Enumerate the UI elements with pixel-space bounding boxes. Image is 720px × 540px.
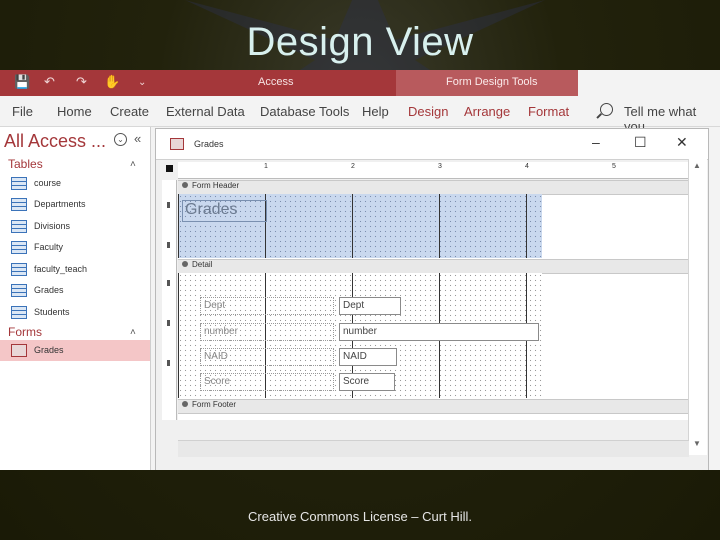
nav-item-label: course xyxy=(34,178,62,188)
nav-item-label: Grades xyxy=(34,285,64,295)
table-icon xyxy=(11,220,27,233)
section-bar-form-header[interactable]: Form Header xyxy=(178,180,689,195)
ruler-tick xyxy=(167,280,170,286)
scroll-down-icon[interactable]: ▼ xyxy=(693,439,701,448)
tab-file[interactable]: File xyxy=(12,104,33,119)
label-number[interactable]: number xyxy=(200,323,334,341)
ruler-tick xyxy=(167,320,170,326)
ruler-tick xyxy=(167,202,170,208)
textbox-naid[interactable]: NAID xyxy=(339,348,397,366)
app-title: Access xyxy=(258,76,294,88)
collapse-pane-icon[interactable]: « xyxy=(134,131,141,146)
nav-item-label: faculty_teach xyxy=(34,264,88,274)
slide-title: Design View xyxy=(246,20,474,64)
tab-create[interactable]: Create xyxy=(110,104,149,119)
nav-item-students[interactable]: Students xyxy=(0,302,150,323)
search-icon[interactable] xyxy=(600,103,613,116)
nav-item-divisions[interactable]: Divisions xyxy=(0,216,150,237)
close-icon[interactable]: ✕ xyxy=(676,134,688,151)
horizontal-ruler: 1 2 3 4 5 xyxy=(178,162,689,179)
tab-design[interactable]: Design xyxy=(408,104,448,119)
ruler-tick: 3 xyxy=(438,163,442,170)
ruler-tick: 4 xyxy=(525,163,529,170)
section-bar-detail[interactable]: Detail xyxy=(178,259,689,274)
table-icon xyxy=(11,263,27,276)
ribbon-tabs: File Home Create External Data Database … xyxy=(0,96,720,134)
form-design-window: Grades – ☐ ✕ 1 2 3 4 5 Form Header Grade… xyxy=(155,128,709,470)
scroll-up-icon[interactable]: ▲ xyxy=(693,161,701,170)
nav-item-label: Faculty xyxy=(34,242,64,252)
textbox-dept[interactable]: Dept xyxy=(339,297,401,315)
document-title: Grades xyxy=(194,139,224,149)
nav-group-forms[interactable]: Forms xyxy=(8,325,42,339)
section-label: Form Header xyxy=(192,181,240,190)
nav-item-faculty[interactable]: Faculty xyxy=(0,237,150,258)
detail-section[interactable]: Dept Dept number number NAID NAID Score … xyxy=(178,273,542,398)
textbox-number[interactable]: number xyxy=(339,323,539,341)
label-score[interactable]: Score xyxy=(200,373,334,391)
tab-format[interactable]: Format xyxy=(528,104,569,119)
collapse-group-icon[interactable]: ˄ xyxy=(130,159,136,170)
access-screenshot: 💾 ↶ ↷ ✋ ⌄ Access Form Design Tools File … xyxy=(0,70,720,470)
nav-item-label: Departments xyxy=(34,199,86,209)
nav-item-label: Students xyxy=(34,307,70,317)
nav-item-label: Grades xyxy=(34,345,64,355)
textbox-score[interactable]: Score xyxy=(339,373,395,391)
form-selector[interactable] xyxy=(166,165,173,172)
form-header-section[interactable]: Grades xyxy=(178,194,542,258)
customize-toolbar-icon[interactable]: ⌄ xyxy=(138,77,146,88)
undo-icon[interactable]: ↶ xyxy=(44,74,55,90)
ruler-tick: 2 xyxy=(351,163,355,170)
vertical-ruler xyxy=(162,180,177,420)
nav-pane-title[interactable]: All Access ... xyxy=(4,131,106,152)
context-tab-group: Form Design Tools xyxy=(396,70,578,96)
navigation-pane: All Access ... ⌄ « Tables ˄ course Depar… xyxy=(0,127,151,470)
label-naid[interactable]: NAID xyxy=(200,348,334,366)
redo-icon[interactable]: ↷ xyxy=(76,74,87,90)
ruler-tick xyxy=(167,242,170,248)
table-icon xyxy=(11,177,27,190)
tab-arrange[interactable]: Arrange xyxy=(464,104,510,119)
nav-group-tables[interactable]: Tables xyxy=(8,157,43,171)
label-dept[interactable]: Dept xyxy=(200,297,334,315)
nav-item-label: Divisions xyxy=(34,221,71,231)
collapse-group-icon[interactable]: ˄ xyxy=(130,327,136,338)
nav-item-grades-table[interactable]: Grades xyxy=(0,280,150,301)
minimize-icon[interactable]: – xyxy=(592,134,600,150)
table-icon xyxy=(11,284,27,297)
tab-help[interactable]: Help xyxy=(362,104,389,119)
form-icon xyxy=(11,344,27,357)
save-icon[interactable]: 💾 xyxy=(14,74,30,90)
nav-item-faculty-teach[interactable]: faculty_teach xyxy=(0,259,150,280)
tab-external-data[interactable]: External Data xyxy=(166,104,245,119)
header-title-label[interactable]: Grades xyxy=(182,200,267,222)
section-bar-form-footer[interactable]: Form Footer xyxy=(178,399,689,414)
horizontal-scrollbar[interactable] xyxy=(178,440,689,457)
maximize-icon[interactable]: ☐ xyxy=(634,134,647,151)
table-icon xyxy=(11,306,27,319)
title-bar: 💾 ↶ ↷ ✋ ⌄ Access Form Design Tools xyxy=(0,70,578,96)
nav-item-course[interactable]: course xyxy=(0,173,150,194)
section-label: Detail xyxy=(192,260,213,269)
tab-database-tools[interactable]: Database Tools xyxy=(260,104,349,119)
vertical-scrollbar[interactable]: ▲ ▼ xyxy=(688,159,707,455)
tab-home[interactable]: Home xyxy=(57,104,92,119)
ruler-tick: 5 xyxy=(612,163,616,170)
section-label: Form Footer xyxy=(192,400,237,409)
nav-item-grades-form[interactable]: Grades xyxy=(0,340,150,361)
touch-mode-icon[interactable]: ✋ xyxy=(104,74,120,90)
form-icon xyxy=(170,138,184,150)
table-icon xyxy=(11,241,27,254)
ruler-tick xyxy=(167,360,170,366)
nav-item-departments[interactable]: Departments xyxy=(0,194,150,215)
document-tab: Grades – ☐ ✕ xyxy=(156,129,708,160)
design-canvas[interactable]: Form Header Grades Detail Dept Dept numb… xyxy=(178,180,689,420)
nav-menu-chevron-icon[interactable]: ⌄ xyxy=(114,133,127,146)
context-tab-group-label: Form Design Tools xyxy=(446,76,538,88)
slide-footer: Creative Commons License – Curt Hill. xyxy=(248,509,472,524)
table-icon xyxy=(11,198,27,211)
ruler-tick: 1 xyxy=(264,163,268,170)
